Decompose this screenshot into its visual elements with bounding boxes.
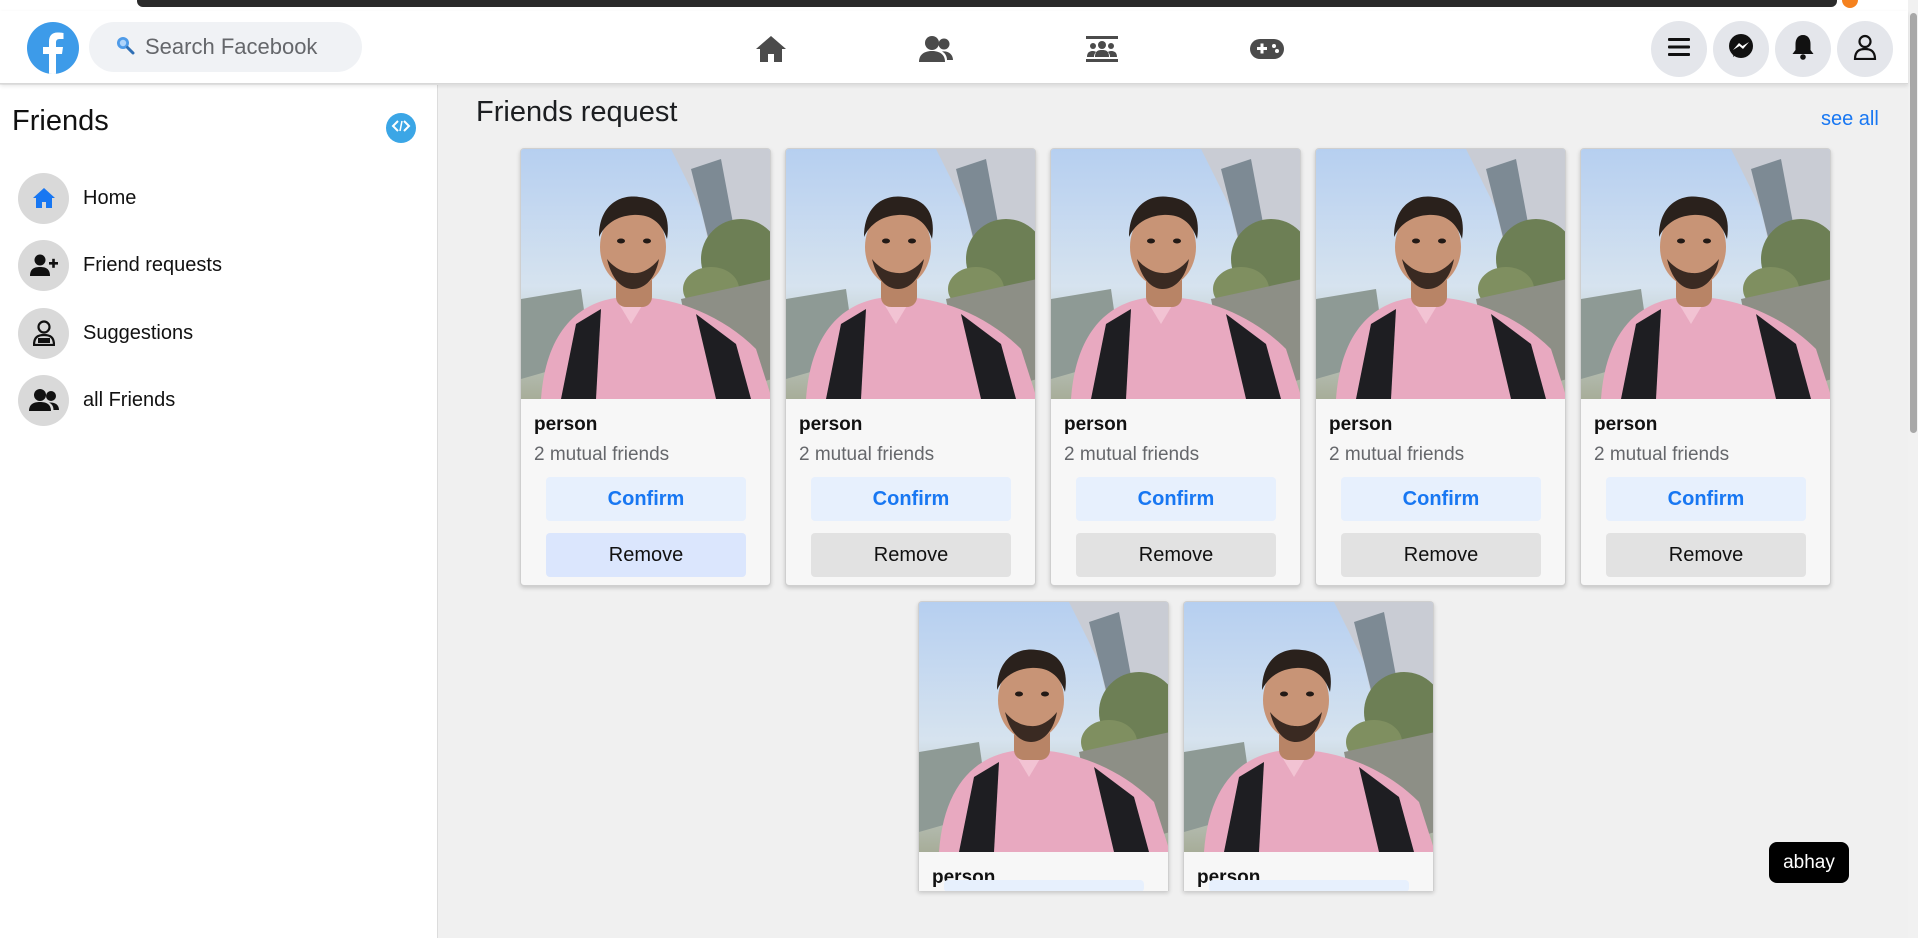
friend-request-card: person 2 mutual friends Confirm Remove bbox=[785, 148, 1036, 586]
confirm-button[interactable]: Confirm bbox=[1341, 477, 1541, 521]
search-icon bbox=[115, 35, 135, 60]
sidebar-item-all-friends[interactable]: all Friends bbox=[18, 374, 398, 426]
messenger-button[interactable] bbox=[1713, 21, 1769, 77]
messenger-icon bbox=[1727, 33, 1755, 66]
confirm-button[interactable]: Confirm bbox=[546, 477, 746, 521]
remove-button[interactable]: Remove bbox=[1606, 533, 1806, 577]
page-title: Friends request bbox=[476, 96, 678, 128]
top-navbar bbox=[0, 11, 1908, 84]
profile-photo[interactable] bbox=[521, 149, 770, 399]
friend-request-card: person 2 mutual friends bbox=[918, 601, 1169, 891]
user-tooltip: abhay bbox=[1769, 842, 1849, 883]
friend-request-card: person 2 mutual friends bbox=[1183, 601, 1434, 891]
sidebar-item-label: all Friends bbox=[83, 388, 176, 411]
confirm-button[interactable] bbox=[1209, 880, 1409, 891]
profile-icon bbox=[1853, 34, 1877, 65]
menu-button[interactable] bbox=[1651, 21, 1707, 77]
remove-button[interactable]: Remove bbox=[811, 533, 1011, 577]
sidebar-item-label: Home bbox=[83, 186, 137, 209]
person-photo bbox=[1316, 149, 1565, 399]
friend-request-card: person 2 mutual friends Confirm Remove bbox=[1315, 148, 1566, 586]
search-bar[interactable] bbox=[89, 22, 365, 72]
browser-top-strip bbox=[0, 0, 1918, 11]
notifications-button[interactable] bbox=[1775, 21, 1831, 77]
mutual-friends-count: 2 mutual friends bbox=[799, 444, 935, 465]
remove-button[interactable]: Remove bbox=[1076, 533, 1276, 577]
profile-photo[interactable] bbox=[1581, 149, 1830, 399]
notifications-icon bbox=[1791, 34, 1815, 65]
profile-photo[interactable] bbox=[1051, 149, 1300, 399]
sidebar-item-home[interactable]: Home bbox=[18, 172, 398, 224]
gaming-icon[interactable] bbox=[1247, 31, 1287, 67]
home-icon[interactable] bbox=[751, 31, 791, 67]
remove-button[interactable]: Remove bbox=[1341, 533, 1541, 577]
person-name[interactable]: person bbox=[1064, 414, 1127, 436]
see-all-link[interactable]: see all bbox=[1821, 108, 1879, 131]
mutual-friends-count: 2 mutual friends bbox=[1329, 444, 1465, 465]
person-name[interactable]: person bbox=[534, 414, 597, 436]
person-photo bbox=[786, 149, 1035, 399]
friend-request-card: person 2 mutual friends Confirm Remove bbox=[1580, 148, 1831, 586]
browser-tab-bar bbox=[137, 0, 1837, 7]
home-icon bbox=[18, 172, 69, 224]
person-photo bbox=[1184, 602, 1433, 852]
collapse-arrows-icon bbox=[391, 119, 411, 138]
profile-photo[interactable] bbox=[1184, 602, 1433, 852]
collapse-sidebar-button[interactable] bbox=[386, 113, 416, 143]
friends-icon[interactable] bbox=[916, 31, 956, 67]
search-input[interactable] bbox=[145, 34, 365, 60]
sidebar-item-label: Friend requests bbox=[83, 253, 222, 276]
sidebar-item-label: Suggestions bbox=[83, 321, 194, 344]
confirm-button[interactable]: Confirm bbox=[1076, 477, 1276, 521]
friends-sidebar: Friends Home Friend requests Suggestions… bbox=[0, 85, 438, 938]
confirm-button[interactable]: Confirm bbox=[811, 477, 1011, 521]
sidebar-item-suggestions[interactable]: Suggestions bbox=[18, 307, 398, 359]
facebook-logo-icon[interactable] bbox=[27, 22, 79, 74]
person-photo bbox=[1581, 149, 1830, 399]
all-friends-icon bbox=[18, 374, 69, 426]
person-name[interactable]: person bbox=[1594, 414, 1657, 436]
profile-button[interactable] bbox=[1837, 21, 1893, 77]
friend-request-card: person 2 mutual friends Confirm Remove bbox=[520, 148, 771, 586]
person-name[interactable]: person bbox=[1329, 414, 1392, 436]
profile-photo[interactable] bbox=[786, 149, 1035, 399]
sidebar-title: Friends bbox=[12, 105, 109, 137]
profile-photo[interactable] bbox=[1316, 149, 1565, 399]
mutual-friends-count: 2 mutual friends bbox=[1594, 444, 1730, 465]
profile-photo[interactable] bbox=[919, 602, 1168, 852]
friend-request-card: person 2 mutual friends Confirm Remove bbox=[1050, 148, 1301, 586]
person-photo bbox=[521, 149, 770, 399]
scrollbar-thumb[interactable] bbox=[1910, 13, 1917, 433]
sidebar-item-friend-requests[interactable]: Friend requests bbox=[18, 239, 398, 291]
person-photo bbox=[1051, 149, 1300, 399]
confirm-button[interactable] bbox=[944, 880, 1144, 891]
menu-icon bbox=[1667, 37, 1691, 62]
browser-badge bbox=[1842, 0, 1858, 8]
mutual-friends-count: 2 mutual friends bbox=[534, 444, 670, 465]
confirm-button[interactable]: Confirm bbox=[1606, 477, 1806, 521]
remove-button[interactable]: Remove bbox=[546, 533, 746, 577]
groups-icon[interactable] bbox=[1082, 31, 1122, 67]
add-friend-icon bbox=[18, 239, 69, 291]
suggestions-icon bbox=[18, 307, 69, 359]
person-photo bbox=[919, 602, 1168, 852]
person-name[interactable]: person bbox=[799, 414, 862, 436]
mutual-friends-count: 2 mutual friends bbox=[1064, 444, 1200, 465]
